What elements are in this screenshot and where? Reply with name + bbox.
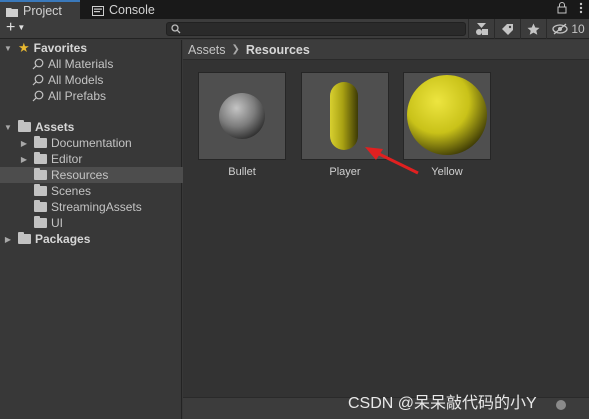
window-tab-bar: Project Console xyxy=(0,0,589,20)
tree-item-label: Editor xyxy=(51,152,83,166)
tree-item-documentation[interactable]: ▶ Documentation xyxy=(0,135,202,151)
assets-label: Assets xyxy=(35,120,75,134)
kebab-menu-icon[interactable] xyxy=(579,2,583,17)
create-asset-button[interactable]: + ▼ xyxy=(6,20,25,36)
tree-item-label: UI xyxy=(51,216,63,230)
filter-by-type-icon xyxy=(475,23,488,35)
tree-item-label: All Models xyxy=(48,73,104,87)
expand-down-icon[interactable]: ▼ xyxy=(4,44,12,53)
breadcrumb: Assets ❯ Resources xyxy=(183,40,589,60)
search-icon xyxy=(32,74,44,86)
tree-item-all-prefabs[interactable]: All Prefabs xyxy=(0,88,214,104)
tree-item-label: All Prefabs xyxy=(48,89,107,103)
asset-browser-panel: Assets ❯ Resources Bullet Player Yellow xyxy=(183,40,589,419)
tree-item-editor[interactable]: ▶ Editor xyxy=(0,151,202,167)
favorites-button[interactable] xyxy=(520,19,546,39)
expand-down-icon[interactable]: ▼ xyxy=(4,123,12,132)
chevron-right-icon: ❯ xyxy=(231,44,240,55)
annotation-arrow-icon xyxy=(365,147,419,175)
expand-right-icon[interactable]: ▶ xyxy=(20,139,28,148)
breadcrumb-assets[interactable]: Assets xyxy=(188,43,226,57)
asset-tile-bullet[interactable]: Bullet xyxy=(198,72,286,178)
tree-item-all-materials[interactable]: All Materials xyxy=(0,56,214,72)
tree-item-label: StreamingAssets xyxy=(51,200,142,214)
tree-item-packages[interactable]: ▶ Packages xyxy=(0,231,186,247)
lock-icon[interactable] xyxy=(557,2,567,17)
tree-item-label: Scenes xyxy=(51,184,92,198)
search-icon xyxy=(32,58,44,70)
tree-item-label: All Materials xyxy=(48,57,114,71)
console-icon xyxy=(92,5,104,16)
folder-icon xyxy=(34,200,47,212)
expand-right-icon[interactable]: ▶ xyxy=(20,155,28,164)
tree-item-assets[interactable]: ▼ Assets xyxy=(0,119,186,135)
search-input[interactable] xyxy=(166,22,466,36)
plus-icon: + xyxy=(6,19,16,36)
packages-label: Packages xyxy=(35,232,91,246)
search-icon xyxy=(171,24,181,34)
watermark-text: CSDN @呆呆敲代码的小Y xyxy=(348,395,537,412)
filter-by-label-icon xyxy=(502,23,513,35)
tab-project[interactable]: Project xyxy=(0,0,80,20)
breadcrumb-resources[interactable]: Resources xyxy=(246,43,310,57)
hidden-packages-toggle[interactable]: 10 xyxy=(546,19,589,39)
sphere-preview-icon xyxy=(219,93,265,139)
folder-icon xyxy=(34,184,47,196)
asset-thumbnail xyxy=(198,72,286,160)
chevron-down-icon: ▼ xyxy=(17,23,26,32)
tree-item-label: Documentation xyxy=(51,136,132,150)
folder-icon xyxy=(34,168,47,180)
expand-right-icon[interactable]: ▶ xyxy=(4,235,12,244)
folder-icon xyxy=(18,232,31,244)
filter-by-label-button[interactable] xyxy=(494,19,520,39)
hidden-count: 10 xyxy=(571,22,585,36)
tab-console-label: Console xyxy=(109,2,155,17)
asset-label: Bullet xyxy=(228,166,256,178)
search-icon xyxy=(32,90,44,102)
tab-project-label: Project xyxy=(23,4,62,18)
folder-icon xyxy=(34,216,47,228)
filter-by-type-button[interactable] xyxy=(468,19,494,39)
favorites-label: Favorites xyxy=(33,41,88,55)
tab-console[interactable]: Console xyxy=(86,0,166,19)
eye-slash-icon xyxy=(552,23,568,35)
tree-item-label: Resources xyxy=(51,168,109,182)
tree-item-all-models[interactable]: All Models xyxy=(0,72,214,88)
folder-icon xyxy=(34,136,47,148)
folder-icon xyxy=(6,6,18,17)
star-icon: ★ xyxy=(18,40,30,55)
folder-open-icon xyxy=(18,120,31,132)
project-toolbar: + ▼ 10 xyxy=(0,19,589,39)
tree-item-favorites[interactable]: ▼ ★ Favorites xyxy=(0,40,186,56)
folder-icon xyxy=(34,152,47,164)
project-tree-panel: ▼ ★ Favorites All Materials All Models A… xyxy=(0,40,216,419)
zoom-slider-handle[interactable] xyxy=(556,400,566,410)
favorite-star-icon xyxy=(527,23,540,35)
